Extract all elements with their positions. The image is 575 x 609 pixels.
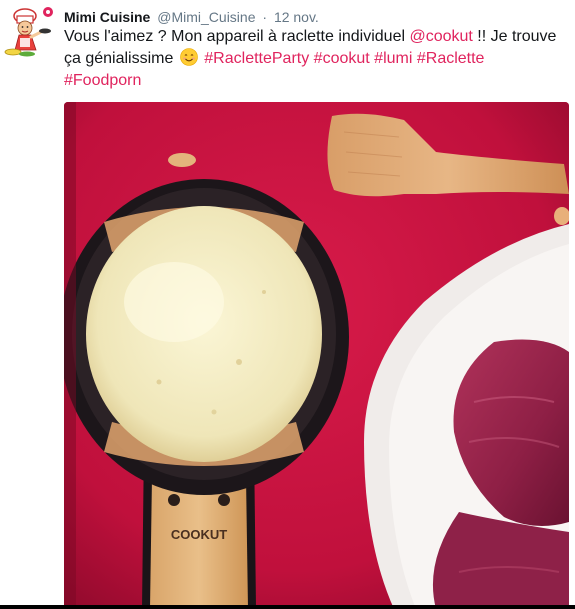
bottom-border (0, 605, 575, 609)
hashtag-link[interactable]: #Foodporn (64, 72, 141, 89)
chef-avatar-icon (3, 6, 55, 58)
tweet-header: Mimi Cuisine @Mimi_Cuisine · 12 nov. (64, 8, 319, 26)
raclette-photo: COOKUT (64, 102, 569, 609)
avatar[interactable] (3, 6, 55, 58)
tweet-media-image[interactable]: COOKUT (64, 102, 569, 609)
tweet-card: Mimi Cuisine @Mimi_Cuisine · 12 nov. Vou… (0, 0, 575, 609)
separator-dot: · (262, 9, 268, 25)
hashtag-link[interactable]: #Raclette (417, 50, 485, 67)
tweet-text: Vous l'aimez ? Mon appareil à raclette i… (64, 26, 564, 92)
hashtag-link[interactable]: #lumi (374, 50, 412, 67)
user-handle[interactable]: @Mimi_Cuisine (157, 9, 255, 25)
hashtag-link[interactable]: #cookut (314, 50, 370, 67)
cookut-brand-text: COOKUT (171, 527, 227, 542)
tweet-text-part1: Vous l'aimez ? Mon appareil à raclette i… (64, 28, 410, 45)
smiling-face-emoji-icon (180, 48, 198, 66)
mention-link[interactable]: @cookut (409, 28, 472, 45)
timestamp[interactable]: 12 nov. (274, 9, 319, 25)
hashtag-link[interactable]: #RacletteParty (204, 50, 309, 67)
display-name[interactable]: Mimi Cuisine (64, 9, 150, 25)
